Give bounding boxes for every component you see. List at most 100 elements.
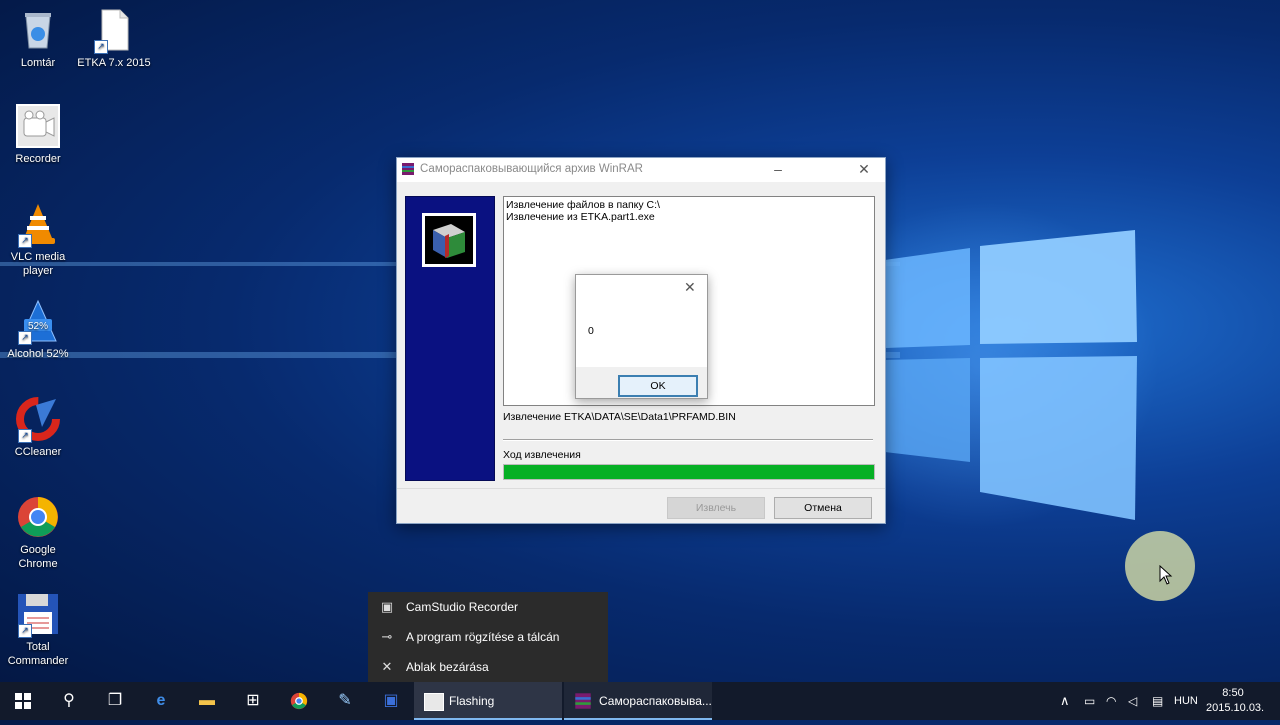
archive-logo bbox=[422, 213, 476, 267]
pinned-app-button[interactable]: ✎ bbox=[322, 682, 368, 720]
app-icon: ▣ bbox=[380, 599, 394, 614]
desktop-icon-recorder[interactable]: Recorder bbox=[0, 104, 76, 166]
search-button[interactable]: ⚲ bbox=[46, 682, 92, 720]
pin-icon: ⊸ bbox=[381, 629, 393, 644]
chrome-taskbar-button[interactable] bbox=[276, 682, 322, 720]
language-indicator[interactable]: HUN bbox=[1174, 682, 1198, 720]
total-commander-button[interactable]: ▣ bbox=[368, 682, 414, 720]
volume-button[interactable]: ◁ bbox=[1128, 682, 1137, 720]
jump-item-app[interactable]: ▣ CamStudio Recorder bbox=[368, 592, 608, 622]
chrome-icon bbox=[16, 495, 60, 539]
edge-button[interactable]: e bbox=[138, 682, 184, 720]
dialog-title: Самораспаковывающийся архив WinRAR bbox=[420, 163, 643, 175]
desktop-icon-total-commander[interactable]: ↗ Total Commander bbox=[0, 592, 76, 668]
desktop-icon-label: CCleaner bbox=[14, 446, 62, 458]
log-line: Извлечение файлов в папку C:\ bbox=[506, 199, 660, 211]
shortcut-arrow-icon: ↗ bbox=[94, 40, 108, 54]
winrar-icon bbox=[575, 693, 591, 709]
jump-item-close[interactable]: ✕ Ablak bezárása bbox=[368, 652, 608, 682]
file-explorer-button[interactable]: ▬ bbox=[184, 682, 230, 720]
progress-bar bbox=[503, 464, 875, 480]
progress-fill bbox=[504, 465, 874, 479]
floppy-icon: ↗ bbox=[16, 592, 60, 638]
paint-icon: ✎ bbox=[338, 692, 352, 709]
shortcut-arrow-icon: ↗ bbox=[18, 429, 32, 443]
dialog-titlebar[interactable]: Самораспаковывающийся архив WinRAR – ✕ bbox=[397, 158, 885, 182]
close-icon[interactable]: ✕ bbox=[684, 279, 696, 296]
ok-button[interactable]: OK bbox=[618, 375, 698, 397]
taskbar: ⚲ ❐ e ▬ ⊞ ✎ ▣ Flashing Самораспаковыва..… bbox=[0, 682, 1280, 720]
wifi-icon: ◠ bbox=[1106, 694, 1117, 708]
divider bbox=[397, 488, 885, 489]
desktop-icon-label: Total Commander bbox=[7, 641, 69, 667]
taskbar-app-flashing[interactable]: Flashing bbox=[414, 682, 562, 720]
taskbar-app-label: Flashing bbox=[449, 694, 495, 708]
windows-logo bbox=[885, 230, 1137, 520]
desktop-icon-label: Lomtár bbox=[20, 57, 56, 69]
action-center-button[interactable]: ▤ bbox=[1152, 682, 1163, 720]
log-line: Извлечение из ETKA.part1.exe bbox=[506, 211, 655, 223]
tray-app-icon[interactable]: ▭ bbox=[1084, 682, 1095, 720]
clock-time: 8:50 bbox=[1222, 687, 1244, 699]
camstudio-icon bbox=[16, 104, 60, 148]
recycle-bin-icon bbox=[16, 8, 60, 52]
desktop-icon-label: Alcohol 52% bbox=[7, 348, 69, 360]
jump-item-pin[interactable]: ⊸ A program rögzítése a tálcán bbox=[368, 622, 608, 652]
jump-item-label: CamStudio Recorder bbox=[406, 600, 519, 614]
winrar-icon bbox=[402, 163, 414, 175]
search-icon: ⚲ bbox=[63, 692, 75, 709]
close-icon: ✕ bbox=[381, 659, 393, 674]
extract-button[interactable]: Извлечь bbox=[667, 497, 765, 519]
task-view-button[interactable]: ❐ bbox=[92, 682, 138, 720]
desktop-icon-label: Recorder bbox=[15, 153, 61, 165]
network-button[interactable]: ◠ bbox=[1106, 682, 1116, 720]
desktop-icon-chrome[interactable]: Google Chrome bbox=[0, 495, 76, 571]
desktop-icon-vlc[interactable]: ↗ VLC media player bbox=[0, 202, 76, 278]
folder-icon: ▬ bbox=[199, 692, 215, 709]
windows-start-icon bbox=[15, 693, 31, 709]
desktop-icon-label: VLC media player bbox=[10, 251, 66, 277]
close-button[interactable]: ✕ bbox=[849, 161, 879, 178]
divider bbox=[503, 439, 873, 441]
desktop-icon-alcohol[interactable]: 52% ↗ Alcohol 52% bbox=[0, 299, 76, 361]
message-icon: ▤ bbox=[1152, 694, 1164, 708]
desktop-icon-ccleaner[interactable]: ↗ CCleaner bbox=[0, 397, 76, 459]
usb-icon: ▭ bbox=[1084, 694, 1096, 708]
cancel-button[interactable]: Отмена bbox=[774, 497, 872, 519]
current-file-label: Извлечение ETKA\DATA\SE\Data1\PRFAMD.BIN bbox=[503, 411, 736, 423]
shortcut-arrow-icon: ↗ bbox=[18, 624, 32, 638]
mouse-cursor-icon bbox=[1159, 565, 1173, 585]
vlc-icon: ↗ bbox=[16, 202, 60, 248]
desktop-icon-label: ETKA 7.x 2015 bbox=[77, 57, 151, 69]
clock-date: 2015.10.03. bbox=[1206, 702, 1265, 714]
shortcut-arrow-icon: ↗ bbox=[18, 234, 32, 248]
message-text: 0 bbox=[588, 325, 594, 337]
taskbar-jump-list: ▣ CamStudio Recorder ⊸ A program rögzíté… bbox=[368, 592, 608, 682]
taskbar-app-label: Самораспаковыва... bbox=[599, 694, 712, 708]
progress-label: Ход извлечения bbox=[503, 449, 581, 461]
show-hidden-icons-button[interactable]: ∧ bbox=[1060, 682, 1070, 720]
archive-box-icon bbox=[433, 224, 465, 258]
chevron-up-icon: ∧ bbox=[1060, 693, 1070, 708]
edge-icon: e bbox=[156, 692, 166, 709]
minimize-button[interactable]: – bbox=[763, 161, 793, 177]
desktop-icon-etka[interactable]: ↗ ETKA 7.x 2015 bbox=[76, 8, 152, 70]
store-button[interactable]: ⊞ bbox=[230, 682, 276, 720]
ccleaner-icon: ↗ bbox=[16, 397, 60, 443]
desktop-icon-label: Google Chrome bbox=[18, 544, 58, 570]
chrome-icon bbox=[290, 692, 308, 710]
start-button[interactable] bbox=[0, 682, 46, 720]
file-icon: ↗ bbox=[92, 8, 136, 54]
floppy-icon: ▣ bbox=[383, 692, 399, 709]
desktop-icon-recycle-bin[interactable]: Lomtár bbox=[0, 8, 76, 70]
shortcut-arrow-icon: ↗ bbox=[18, 331, 32, 345]
clock[interactable]: 8:50 2015.10.03. bbox=[1206, 686, 1265, 716]
taskbar-app-winrar[interactable]: Самораспаковыва... bbox=[564, 682, 712, 720]
jump-item-label: Ablak bezárása bbox=[406, 660, 489, 674]
store-icon: ⊞ bbox=[246, 692, 260, 709]
alcohol-icon: 52% ↗ bbox=[16, 299, 60, 345]
side-panel bbox=[405, 196, 495, 481]
camstudio-icon bbox=[424, 693, 444, 711]
message-box: ✕ 0 OK bbox=[575, 274, 708, 399]
cursor-highlight bbox=[1125, 531, 1195, 601]
